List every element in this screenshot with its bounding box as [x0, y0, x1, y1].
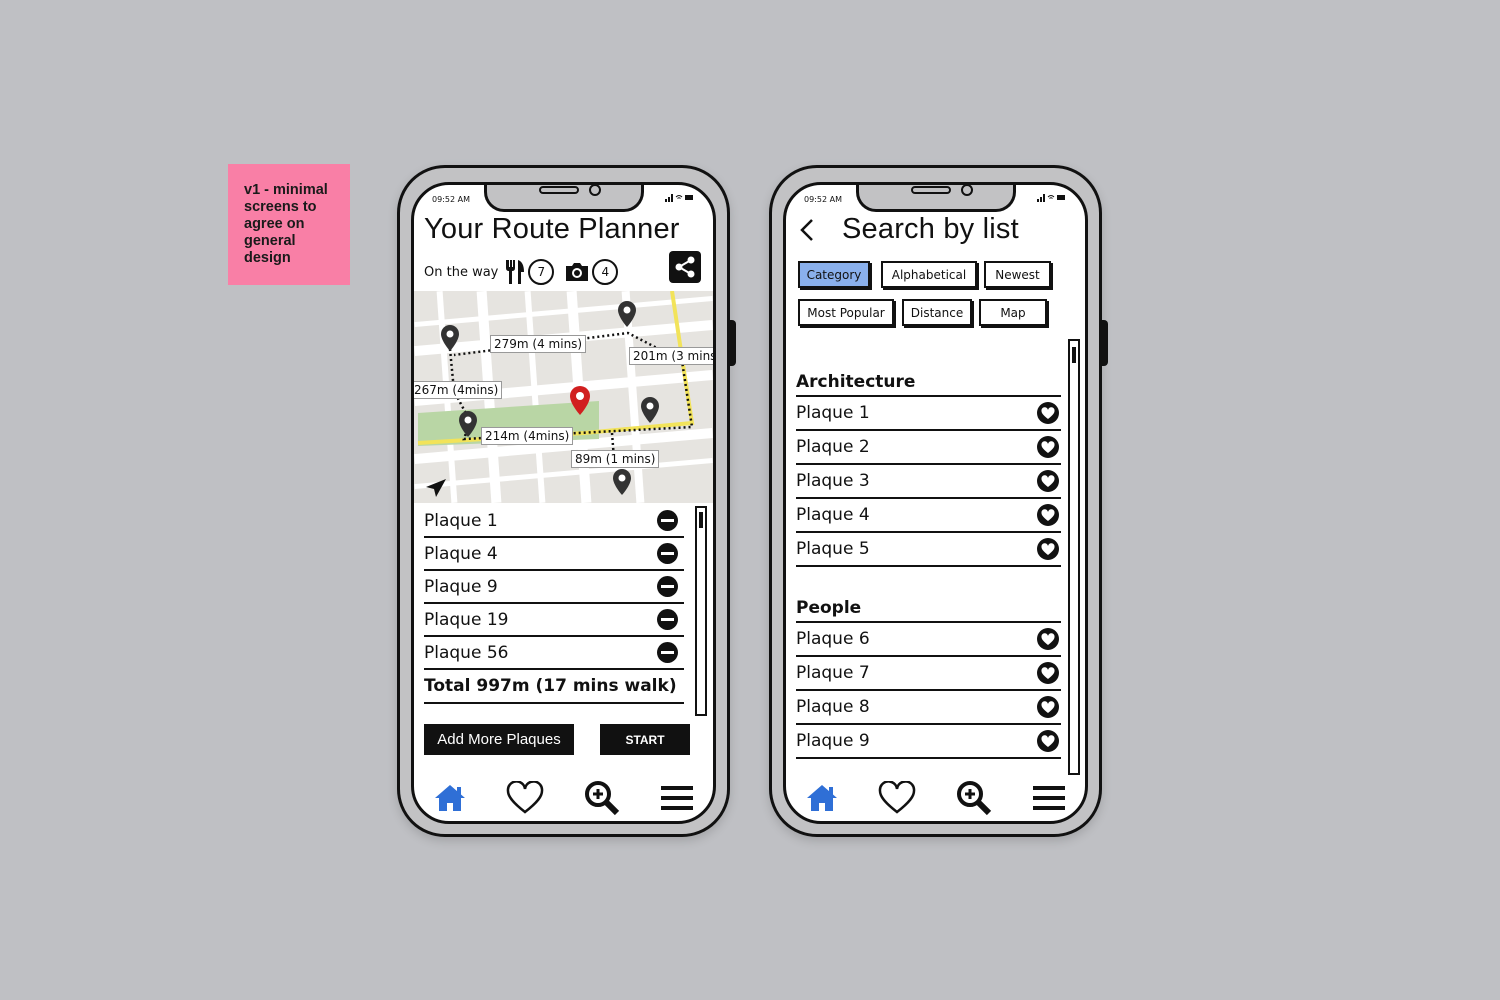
on-the-way-row: On the way 7 4	[424, 259, 619, 285]
filter-most-popular[interactable]: Most Popular	[798, 299, 894, 326]
plaque-name: Plaque 3	[796, 471, 870, 491]
bottom-nav	[786, 775, 1085, 821]
heart-filled-icon[interactable]	[1037, 402, 1059, 424]
route-plaque-list: Plaque 1 Plaque 4 Plaque 9 Plaque 19 Pla…	[424, 505, 684, 704]
status-icons	[1037, 193, 1067, 204]
minus-circle-icon[interactable]	[657, 642, 678, 663]
heart-filled-icon[interactable]	[1037, 730, 1059, 752]
minus-circle-icon[interactable]	[657, 543, 678, 564]
map-distance-label: 214m (4mins)	[481, 427, 574, 445]
route-map[interactable]: 279m (4 mins) 201m (3 mins) 267m (4mins)…	[414, 291, 713, 503]
status-icons	[665, 193, 695, 204]
heart-filled-icon[interactable]	[1037, 662, 1059, 684]
list-item[interactable]: Plaque 9	[424, 571, 684, 604]
notch	[856, 185, 1016, 212]
menu-icon[interactable]	[1032, 783, 1066, 813]
page-title: Your Route Planner	[424, 213, 680, 245]
heart-icon[interactable]	[878, 781, 916, 815]
plaque-name: Plaque 9	[796, 731, 870, 751]
list-item[interactable]: Plaque 8	[796, 691, 1061, 725]
filter-category[interactable]: Category	[798, 261, 870, 288]
status-time: 09:52 AM	[804, 195, 842, 204]
status-time: 09:52 AM	[432, 195, 470, 204]
category-list: Architecture Plaque 1 Plaque 2 Plaque 3 …	[796, 371, 1061, 759]
filter-distance[interactable]: Distance	[902, 299, 972, 326]
list-item[interactable]: Plaque 2	[796, 431, 1061, 465]
section-heading: People	[796, 597, 1061, 623]
food-count-badge: 7	[528, 259, 555, 285]
route-total: Total 997m (17 mins walk)	[424, 670, 684, 704]
plaque-name: Plaque 19	[424, 609, 509, 630]
section-heading: Architecture	[796, 371, 1061, 397]
scrollbar[interactable]	[1068, 339, 1080, 775]
home-icon[interactable]	[433, 783, 467, 813]
map-distance-label: 89m (1 mins)	[571, 450, 660, 468]
search-screen: 09:52 AM Search by list Category Alphabe…	[783, 182, 1088, 824]
zoom-search-icon[interactable]	[583, 779, 621, 817]
plaque-name: Plaque 8	[796, 697, 870, 717]
photo-count-badge: 4	[592, 259, 619, 285]
heart-filled-icon[interactable]	[1037, 436, 1059, 458]
heart-filled-icon[interactable]	[1037, 696, 1059, 718]
list-item[interactable]: Plaque 7	[796, 657, 1061, 691]
route-planner-screen: 09:52 AM Your Route Planner On the way 7…	[411, 182, 716, 824]
share-icon	[675, 256, 695, 278]
list-item[interactable]: Plaque 5	[796, 533, 1061, 567]
list-item[interactable]: Plaque 1	[796, 397, 1061, 431]
bottom-nav	[414, 775, 713, 821]
minus-circle-icon[interactable]	[657, 609, 678, 630]
plaque-name: Plaque 2	[796, 437, 870, 457]
phone-route-planner: 09:52 AM Your Route Planner On the way 7…	[397, 165, 736, 837]
plaque-name: Plaque 9	[424, 576, 498, 597]
list-item[interactable]: Plaque 4	[796, 499, 1061, 533]
plaque-name: Plaque 7	[796, 663, 870, 683]
minus-circle-icon[interactable]	[657, 576, 678, 597]
heart-filled-icon[interactable]	[1037, 504, 1059, 526]
back-chevron-icon[interactable]	[798, 217, 818, 243]
scrollbar[interactable]	[695, 506, 707, 716]
plaque-name: Plaque 4	[796, 505, 870, 525]
map-distance-label: 279m (4 mins)	[490, 335, 587, 353]
plaque-name: Plaque 1	[796, 403, 870, 423]
sticky-note: v1 - minimal screens to agree on general…	[228, 164, 350, 285]
fork-knife-icon[interactable]	[504, 259, 526, 285]
map-distance-label: 201m (3 mins)	[629, 347, 713, 365]
filter-map[interactable]: Map	[979, 299, 1047, 326]
minus-circle-icon[interactable]	[657, 510, 678, 531]
plaque-name: Plaque 6	[796, 629, 870, 649]
home-icon[interactable]	[805, 783, 839, 813]
share-button[interactable]	[669, 251, 701, 283]
list-item[interactable]: Plaque 6	[796, 623, 1061, 657]
camera-icon[interactable]	[564, 261, 590, 283]
map-distance-label: 267m (4mins)	[414, 381, 503, 399]
heart-icon[interactable]	[506, 781, 544, 815]
filter-alphabetical[interactable]: Alphabetical	[881, 261, 977, 288]
start-button[interactable]: START	[600, 724, 690, 755]
page-title: Search by list	[842, 213, 1019, 245]
heart-filled-icon[interactable]	[1037, 538, 1059, 560]
plaque-name: Plaque 5	[796, 539, 870, 559]
list-item[interactable]: Plaque 19	[424, 604, 684, 637]
list-item[interactable]: Plaque 56	[424, 637, 684, 670]
plaque-name: Plaque 56	[424, 642, 509, 663]
add-more-plaques-button[interactable]: Add More Plaques	[424, 724, 574, 755]
on-the-way-label: On the way	[424, 264, 499, 280]
heart-filled-icon[interactable]	[1037, 470, 1059, 492]
list-item[interactable]: Plaque 4	[424, 538, 684, 571]
side-button	[1101, 320, 1108, 366]
zoom-search-icon[interactable]	[955, 779, 993, 817]
heart-filled-icon[interactable]	[1037, 628, 1059, 650]
menu-icon[interactable]	[660, 783, 694, 813]
phone-search-by-list: 09:52 AM Search by list Category Alphabe…	[769, 165, 1108, 837]
side-button	[729, 320, 736, 366]
plaque-name: Plaque 4	[424, 543, 498, 564]
list-item[interactable]: Plaque 1	[424, 505, 684, 538]
list-item[interactable]: Plaque 9	[796, 725, 1061, 759]
filter-newest[interactable]: Newest	[984, 261, 1051, 288]
plaque-name: Plaque 1	[424, 510, 498, 531]
notch	[484, 185, 644, 212]
list-item[interactable]: Plaque 3	[796, 465, 1061, 499]
